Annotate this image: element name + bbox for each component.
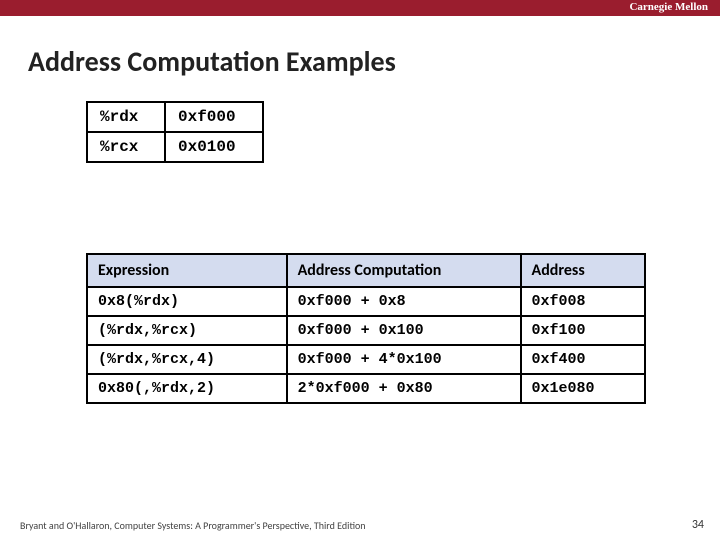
cell-addr: 0xf100 — [521, 316, 646, 345]
cell-addr: 0xf400 — [521, 345, 646, 374]
reg-value: 0xf000 — [165, 102, 263, 132]
cell-addr: 0x1e080 — [521, 374, 646, 403]
reg-name: %rcx — [87, 132, 165, 162]
table-row: (%rdx,%rcx) 0xf000 + 0x100 0xf100 — [87, 316, 645, 345]
reg-value: 0x0100 — [165, 132, 263, 162]
table-header-row: Expression Address Computation Address — [87, 254, 645, 287]
cell-expr: 0x80(,%rdx,2) — [87, 374, 287, 403]
table-row: %rdx 0xf000 — [87, 102, 263, 132]
org-label: Carnegie Mellon — [629, 1, 708, 13]
cell-comp: 2*0xf000 + 0x80 — [287, 374, 521, 403]
cell-comp: 0xf000 + 4*0x100 — [287, 345, 521, 374]
expression-table: Expression Address Computation Address 0… — [86, 253, 646, 404]
col-header-expression: Expression — [87, 254, 287, 287]
cell-expr: 0x8(%rdx) — [87, 287, 287, 316]
top-bar: Carnegie Mellon — [0, 0, 720, 16]
cell-expr: (%rdx,%rcx) — [87, 316, 287, 345]
reg-name: %rdx — [87, 102, 165, 132]
table-row: 0x80(,%rdx,2) 2*0xf000 + 0x80 0x1e080 — [87, 374, 645, 403]
col-header-computation: Address Computation — [287, 254, 521, 287]
cell-addr: 0xf008 — [521, 287, 646, 316]
slide-title: Address Computation Examples — [28, 44, 720, 79]
table-row: (%rdx,%rcx,4) 0xf000 + 4*0x100 0xf400 — [87, 345, 645, 374]
cell-comp: 0xf000 + 0x8 — [287, 287, 521, 316]
page-number: 34 — [692, 518, 704, 532]
col-header-address: Address — [521, 254, 646, 287]
footer-text: Bryant and O'Hallaron, Computer Systems:… — [20, 519, 366, 532]
table-row: %rcx 0x0100 — [87, 132, 263, 162]
cell-expr: (%rdx,%rcx,4) — [87, 345, 287, 374]
table-row: 0x8(%rdx) 0xf000 + 0x8 0xf008 — [87, 287, 645, 316]
register-table: %rdx 0xf000 %rcx 0x0100 — [86, 101, 264, 163]
cell-comp: 0xf000 + 0x100 — [287, 316, 521, 345]
